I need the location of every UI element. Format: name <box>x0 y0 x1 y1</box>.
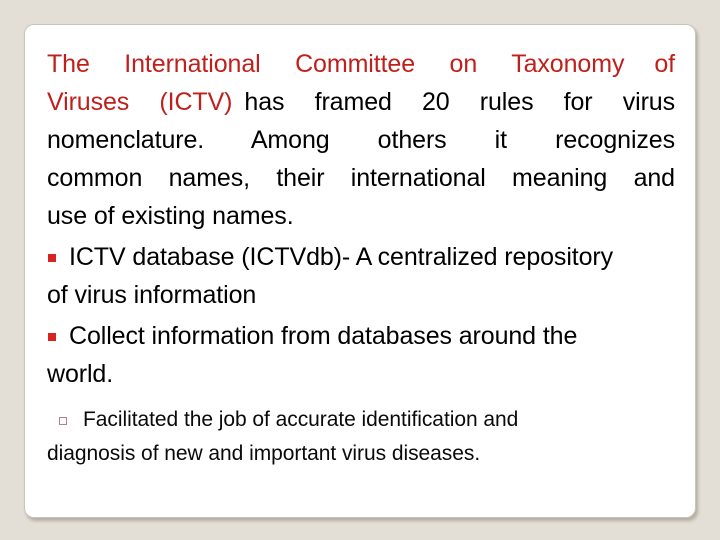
intro-body-rest-3: common names, their international meanin… <box>47 164 675 192</box>
intro-body-rest-2: nomenclature. Among others it recognizes <box>47 126 675 154</box>
list-item-line-1: ICTV database (ICTVdb)- A centralized re… <box>69 243 614 271</box>
list-item[interactable]: Collect information from databases aroun… <box>47 317 675 355</box>
list-item-line-2: of virus information <box>47 281 257 309</box>
sub-list-item[interactable]: Facilitated the job of accurate identifi… <box>47 403 675 437</box>
list-item-line-2: world. <box>47 360 114 388</box>
intro-paragraph-line3: nomenclature. Among others it recognizes <box>47 121 675 159</box>
list-item-continuation: of virus information <box>47 276 675 314</box>
intro-red-lead-1: The International Committee on Taxonomy <box>47 50 625 78</box>
sub-list-item-line-1: Facilitated the job of accurate identifi… <box>83 408 519 431</box>
sub-list-item-line-2: diagnosis of new and important virus dis… <box>47 442 481 465</box>
intro-red-lead-2: of <box>654 50 675 78</box>
list-item[interactable]: ICTV database (ICTVdb)- A centralized re… <box>47 238 675 276</box>
intro-paragraph-line5: use of existing names. <box>47 197 675 235</box>
hollow-square-bullet-icon <box>59 417 67 425</box>
sub-list-item-continuation: diagnosis of new and important virus dis… <box>47 437 675 471</box>
intro-body-rest-4: use of existing names. <box>47 202 294 230</box>
intro-red-lead-3: Viruses (ICTV) <box>47 88 233 116</box>
slide-body-text: The International Committee on Taxonomy o… <box>47 45 675 471</box>
slide-content-panel: The International Committee on Taxonomy o… <box>24 24 696 518</box>
solid-square-bullet-icon <box>48 333 56 341</box>
intro-body-rest-1: has framed 20 rules for virus <box>244 88 675 116</box>
intro-paragraph-line2: Viruses (ICTV) has framed 20 rules for vi… <box>47 83 675 121</box>
slide-stage: The International Committee on Taxonomy o… <box>0 0 720 540</box>
intro-paragraph-line4: common names, their international meanin… <box>47 159 675 197</box>
list-item-line-1: Collect information from databases aroun… <box>69 322 578 350</box>
intro-paragraph: The International Committee on Taxonomy o… <box>47 45 675 83</box>
solid-square-bullet-icon <box>48 254 56 262</box>
list-item-continuation: world. <box>47 355 675 393</box>
